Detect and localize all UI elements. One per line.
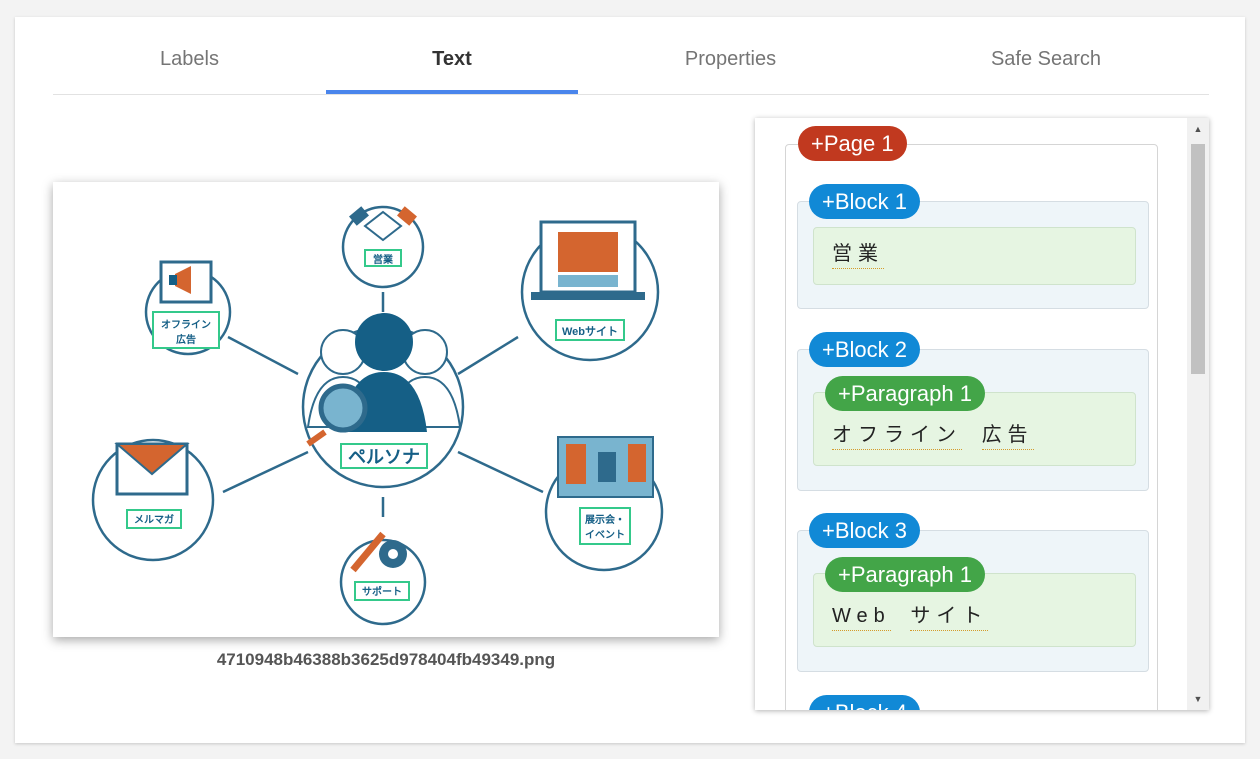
block-1-words: 営業 bbox=[832, 237, 892, 269]
word: 営業 bbox=[832, 237, 884, 269]
label-mail: メルマガ bbox=[134, 513, 174, 526]
label-event-line2: イベント bbox=[585, 529, 625, 541]
label-ad-line2: 広告 bbox=[176, 333, 196, 346]
label-support: サポート bbox=[362, 585, 402, 598]
vision-results-card: Labels Text Properties Safe Search ペルソナ … bbox=[15, 17, 1245, 743]
tab-bar: Labels Text Properties Safe Search bbox=[53, 17, 1209, 95]
block-1-pill[interactable]: +Block 1 bbox=[809, 184, 920, 219]
megaphone-icon bbox=[159, 260, 213, 304]
tab-text[interactable]: Text bbox=[326, 17, 578, 95]
image-filename: 4710948b46388b3625d978404fb49349.png bbox=[216, 650, 556, 669]
tab-safe-search[interactable]: Safe Search bbox=[883, 17, 1209, 95]
label-event-line1: 展示会・ bbox=[585, 513, 625, 526]
tab-labels[interactable]: Labels bbox=[53, 17, 326, 95]
label-sales: 営業 bbox=[373, 253, 394, 266]
scroll-down-arrow-icon[interactable]: ▼ bbox=[1187, 690, 1209, 708]
block-2-paragraph-pill[interactable]: +Paragraph 1 bbox=[825, 376, 985, 411]
analyzed-image: ペルソナ 営業 オフライン 広告 Webサイト メルマガ 展示会・ イベント サ… bbox=[53, 182, 719, 637]
block-2-pill[interactable]: +Block 2 bbox=[809, 332, 920, 367]
block-3-paragraph-pill[interactable]: +Paragraph 1 bbox=[825, 557, 985, 592]
word: Web bbox=[832, 605, 891, 631]
block-4-pill[interactable]: +Block 4 bbox=[809, 695, 920, 710]
page-pill[interactable]: +Page 1 bbox=[798, 126, 907, 161]
scroll-thumb[interactable] bbox=[1191, 144, 1205, 374]
label-ad-line1: オフライン bbox=[161, 319, 211, 331]
persona-illustration: ペルソナ 営業 オフライン 広告 Webサイト メルマガ 展示会・ イベント サ… bbox=[91, 205, 664, 626]
envelope-icon bbox=[114, 442, 190, 496]
word: 広告 bbox=[981, 418, 1034, 450]
results-scrollbar[interactable]: ▲ ▼ bbox=[1187, 118, 1209, 710]
active-tab-indicator bbox=[326, 90, 578, 94]
text-results-panel[interactable]: +Page 1 +Block 1 営業 +Block 2 +Paragraph … bbox=[755, 118, 1209, 710]
label-persona: ペルソナ bbox=[348, 447, 420, 467]
website-icon bbox=[531, 220, 645, 300]
scroll-up-arrow-icon[interactable]: ▲ bbox=[1187, 120, 1209, 138]
word: オフライン bbox=[832, 418, 962, 450]
exhibition-icon bbox=[557, 436, 654, 498]
block-3-words: Web サイト bbox=[832, 599, 996, 631]
word: サイト bbox=[910, 599, 989, 631]
label-web: Webサイト bbox=[562, 325, 618, 338]
tab-properties[interactable]: Properties bbox=[578, 17, 883, 95]
block-2-words: オフライン 広告 bbox=[832, 418, 1042, 450]
block-3-pill[interactable]: +Block 3 bbox=[809, 513, 920, 548]
